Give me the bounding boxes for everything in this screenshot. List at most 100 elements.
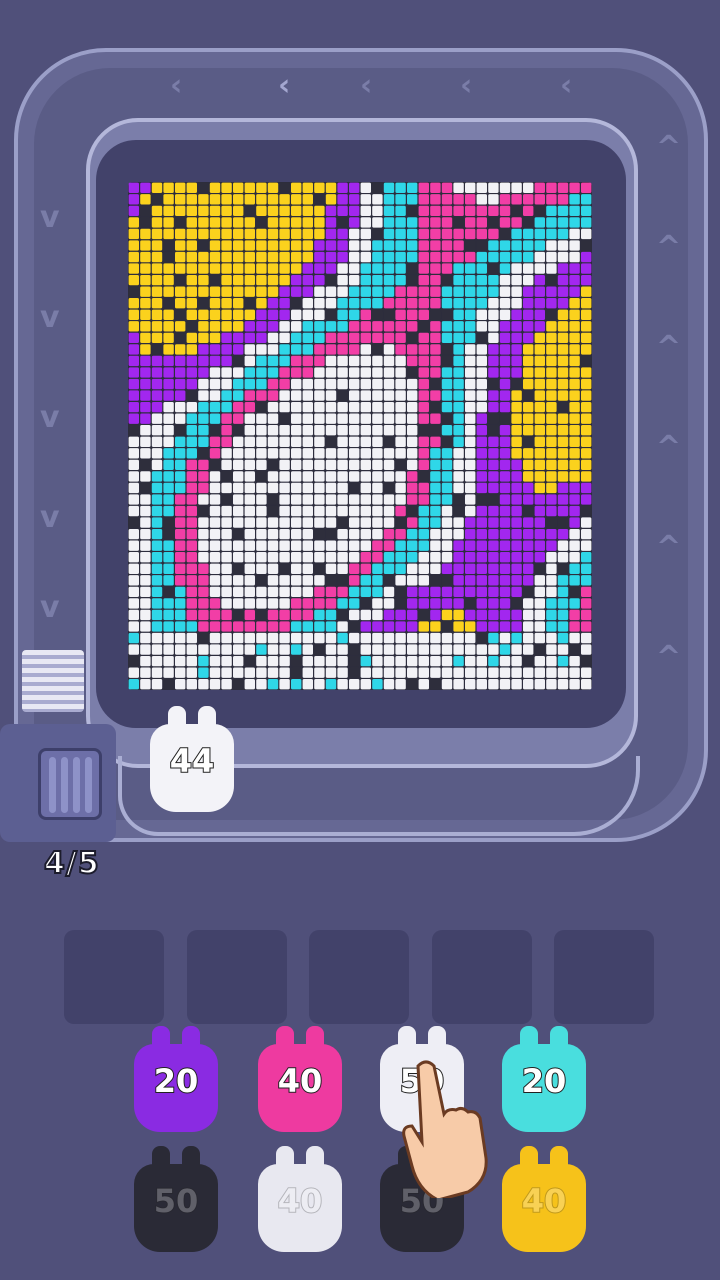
- pixel-cell: [256, 286, 267, 297]
- pixel-cell: [395, 494, 406, 505]
- pixel-cell: [581, 309, 592, 320]
- pixel-cell: [383, 182, 395, 193]
- pixel-cell: [325, 505, 337, 517]
- pixel-cell: [418, 240, 429, 251]
- pixel-cell: [546, 540, 557, 551]
- pixel-cell: [279, 609, 290, 621]
- pixel-cell: [244, 552, 255, 563]
- chevron-down-icon: v: [40, 300, 60, 335]
- pixel-cell: [430, 228, 441, 240]
- pixel-cell: [372, 621, 383, 632]
- pixel-cell: [499, 598, 511, 609]
- pixel-cell: [418, 609, 429, 621]
- pixel-cell: [441, 367, 453, 378]
- pixel-cell: [186, 586, 197, 598]
- pixel-cell: [221, 251, 232, 263]
- pixel-cell: [453, 274, 464, 286]
- pixel-cell: [372, 425, 383, 436]
- pixel-cell: [302, 482, 313, 494]
- pixel-cell: [302, 298, 313, 309]
- pixel-cell: [372, 182, 383, 193]
- pixel-cell: [349, 321, 360, 332]
- pixel-cell: [407, 528, 418, 540]
- pixel-cell: [569, 413, 580, 424]
- pixel-cell: [499, 632, 511, 644]
- pixel-cell: [151, 459, 163, 471]
- pixel-cell: [233, 655, 244, 667]
- pixel-cell: [233, 263, 244, 274]
- pixel-cell: [372, 332, 383, 344]
- pixel-cell: [291, 344, 302, 355]
- pixel-cell: [499, 575, 511, 586]
- pixel-cell: [267, 598, 279, 609]
- pixel-cell: [372, 309, 383, 320]
- pixel-cell: [511, 471, 522, 482]
- pixel-cell: [488, 667, 499, 678]
- pixel-cell: [523, 401, 534, 413]
- pixel-cell: [418, 632, 429, 644]
- pixel-cell: [488, 367, 499, 378]
- pixel-cell: [383, 344, 395, 355]
- pixel-cell: [441, 263, 453, 274]
- pixel-cell: [430, 517, 441, 528]
- pixel-cell: [349, 251, 360, 263]
- pixel-cell: [383, 401, 395, 413]
- pixel-cell: [175, 586, 186, 598]
- pixel-cell: [244, 632, 255, 644]
- pixel-cell: [198, 228, 209, 240]
- pixel-cell: [372, 217, 383, 228]
- pixel-cell: [407, 505, 418, 517]
- pixel-cell: [360, 459, 371, 471]
- pixel-cell: [221, 390, 232, 401]
- pixel-cell: [325, 471, 337, 482]
- pixel-cell: [441, 655, 453, 667]
- pixel-cell: [372, 598, 383, 609]
- pixel-cell: [244, 540, 255, 551]
- pixel-cell: [233, 286, 244, 297]
- pixel-cell: [488, 482, 499, 494]
- pixel-cell: [430, 586, 441, 598]
- pixel-cell: [140, 251, 151, 263]
- pixel-cell: [499, 563, 511, 574]
- pixel-cell: [360, 505, 371, 517]
- pixel-cell: [534, 655, 545, 667]
- pixel-cell: [198, 378, 209, 390]
- pixel-cell: [302, 459, 313, 471]
- pixel-cell: [372, 298, 383, 309]
- pixel-cell: [557, 482, 569, 494]
- pixel-cell: [441, 667, 453, 678]
- pixel-cell: [407, 436, 418, 447]
- pixel-cell: [511, 644, 522, 655]
- pixel-cell: [233, 355, 244, 367]
- pixel-cell: [534, 298, 545, 309]
- pixel-cell: [233, 182, 244, 193]
- chevron-up-icon: ^: [656, 330, 682, 365]
- pixel-cell: [453, 540, 464, 551]
- pixel-cell: [523, 667, 534, 678]
- pixel-cell: [349, 494, 360, 505]
- pixel-cell: [360, 390, 371, 401]
- pixel-cell: [209, 240, 221, 251]
- pixel-cell: [430, 286, 441, 297]
- pixel-cell: [407, 367, 418, 378]
- pixel-cell: [256, 575, 267, 586]
- pixel-cell: [337, 586, 348, 598]
- pixel-cell: [499, 471, 511, 482]
- pixel-cell: [151, 274, 163, 286]
- pixel-cell: [499, 367, 511, 378]
- pixel-cell: [279, 528, 290, 540]
- pixel-cell: [128, 182, 139, 193]
- pixel-cell: [291, 378, 302, 390]
- pixel-cell: [523, 286, 534, 297]
- pixel-cell: [372, 401, 383, 413]
- pixel-cell: [349, 378, 360, 390]
- pixel-cell: [523, 471, 534, 482]
- pixel-cell: [314, 644, 325, 655]
- pixel-cell: [534, 194, 545, 205]
- pixel-cell: [383, 563, 395, 574]
- pixel-cell: [488, 182, 499, 193]
- pixel-cell: [407, 679, 418, 690]
- pixel-cell: [314, 528, 325, 540]
- pixel-cell: [267, 425, 279, 436]
- empty-slot: [187, 930, 287, 1024]
